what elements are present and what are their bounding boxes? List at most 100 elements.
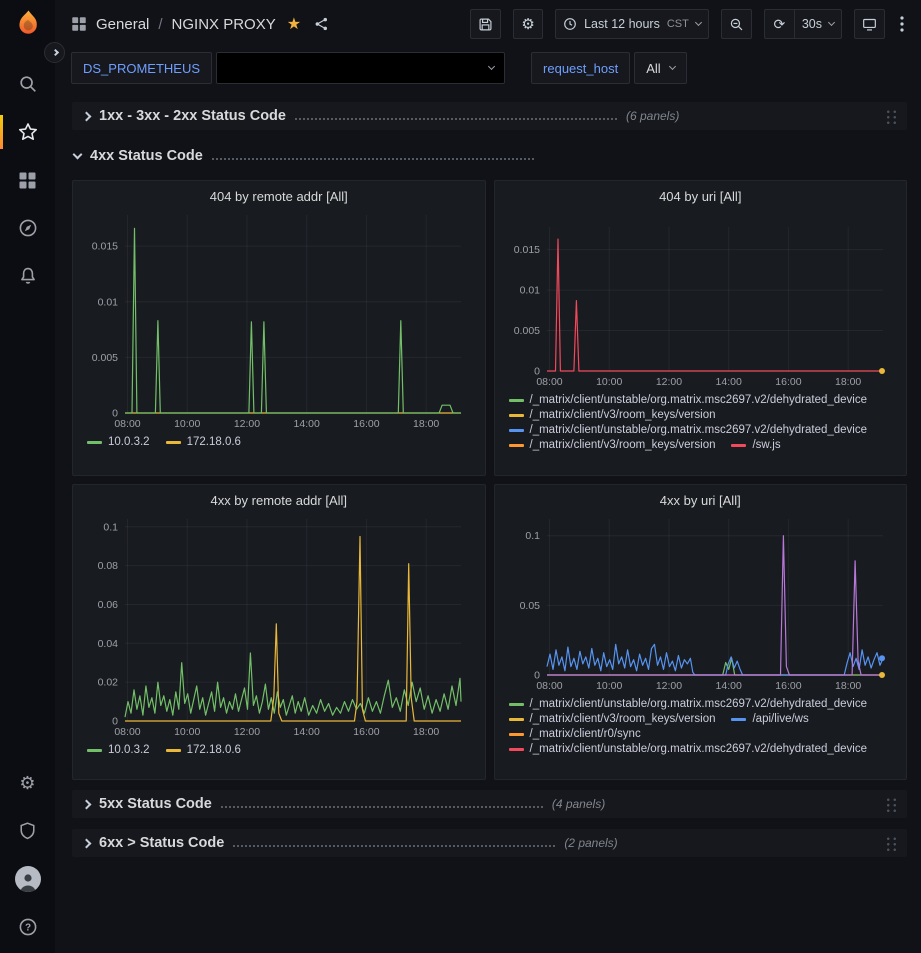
timezone-label: CST — [667, 18, 689, 30]
svg-text:10:00: 10:00 — [596, 376, 622, 388]
panel-title[interactable]: 4xx by uri [All] — [505, 490, 897, 511]
request-host-select[interactable]: All — [634, 52, 686, 84]
row-panel-count: (6 panels) — [626, 109, 679, 123]
legend-swatch — [87, 441, 102, 444]
panel-404-by-remote-addr: 404 by remote addr [All] 08:0010:0012:00… — [72, 180, 486, 476]
chevron-right-icon — [82, 111, 92, 121]
legend-swatch — [731, 444, 746, 447]
panel-legend: /_matrix/client/unstable/org.matrix.msc2… — [505, 389, 897, 451]
zoom-out-button[interactable] — [721, 9, 752, 39]
svg-text:14:00: 14:00 — [294, 418, 320, 430]
row-drag-handle[interactable] — [885, 836, 898, 851]
legend-label: /_matrix/client/unstable/org.matrix.msc2… — [530, 698, 868, 710]
row-title: 1xx - 3xx - 2xx Status Code — [99, 108, 286, 124]
chevron-down-icon — [828, 19, 835, 26]
row-drag-handle[interactable] — [885, 797, 898, 812]
panel-title[interactable]: 404 by remote addr [All] — [83, 186, 475, 207]
legend-label: /_matrix/client/unstable/org.matrix.msc2… — [530, 743, 868, 755]
row-1xx-3xx-2xx[interactable]: 1xx - 3xx - 2xx Status Code (6 panels) — [72, 102, 907, 130]
grafana-logo[interactable] — [11, 8, 45, 40]
sidebar-item-dashboards[interactable] — [0, 156, 55, 204]
row-6xx[interactable]: 6xx > Status Code (2 panels) — [72, 829, 907, 857]
help-icon: ? — [18, 917, 38, 937]
time-series-chart[interactable]: 08:0010:0012:0014:0016:0018:0000.020.040… — [83, 511, 475, 739]
sidebar-item-profile[interactable] — [0, 855, 55, 903]
bell-icon — [18, 266, 38, 286]
sidebar-item-alerting[interactable] — [0, 252, 55, 300]
request-host-variable-label[interactable]: request_host — [531, 52, 630, 84]
sidebar-item-starred[interactable] — [0, 108, 55, 156]
legend-label: /sw.js — [752, 439, 780, 451]
panel-title[interactable]: 404 by uri [All] — [505, 186, 897, 207]
clock-icon — [563, 17, 577, 31]
svg-text:0: 0 — [534, 670, 540, 682]
svg-text:0.1: 0.1 — [525, 530, 540, 542]
chevron-down-icon — [669, 63, 676, 70]
sidebar-item-search[interactable] — [0, 60, 55, 108]
legend-item[interactable]: /_matrix/client/v3/room_keys/version — [509, 409, 716, 421]
row-4xx[interactable]: 4xx Status Code — [72, 142, 907, 170]
sidebar-item-help[interactable]: ? — [0, 903, 55, 951]
svg-text:16:00: 16:00 — [775, 680, 801, 692]
sidebar-top-nav — [0, 60, 55, 300]
svg-text:18:00: 18:00 — [835, 680, 861, 692]
breadcrumb-dashboard-title[interactable]: NGINX PROXY — [172, 16, 276, 33]
time-series-chart[interactable]: 08:0010:0012:0014:0016:0018:0000.0050.01… — [83, 207, 475, 431]
svg-text:08:00: 08:00 — [536, 376, 562, 388]
gear-icon: ⚙ — [521, 17, 534, 32]
legend-item[interactable]: 10.0.3.2 — [87, 744, 150, 756]
sidebar-item-explore[interactable] — [0, 204, 55, 252]
legend-swatch — [166, 749, 181, 752]
legend-label: 10.0.3.2 — [108, 744, 150, 756]
svg-text:16:00: 16:00 — [775, 376, 801, 388]
more-options-button[interactable] — [897, 13, 907, 35]
share-button[interactable] — [310, 12, 333, 36]
legend-label: 10.0.3.2 — [108, 436, 150, 448]
legend-item[interactable]: 172.18.0.6 — [166, 436, 241, 448]
legend-item[interactable]: /_matrix/client/unstable/org.matrix.msc2… — [509, 698, 868, 710]
legend-item[interactable]: /_matrix/client/v3/room_keys/version — [509, 713, 716, 725]
time-range-label: Last 12 hours — [584, 17, 660, 31]
gear-icon: ⚙ — [19, 774, 35, 792]
svg-text:0.05: 0.05 — [519, 600, 540, 612]
cycle-view-mode-button[interactable] — [854, 9, 885, 39]
legend-swatch — [87, 749, 102, 752]
chevron-down-icon — [73, 149, 83, 159]
legend-item[interactable]: 172.18.0.6 — [166, 744, 241, 756]
dashboard-settings-button[interactable]: ⚙ — [513, 9, 543, 39]
row-5xx[interactable]: 5xx Status Code (4 panels) — [72, 790, 907, 818]
svg-text:?: ? — [24, 923, 30, 934]
svg-text:10:00: 10:00 — [596, 680, 622, 692]
row-drag-handle[interactable] — [885, 109, 898, 124]
save-dashboard-button[interactable] — [470, 9, 501, 39]
panel-title[interactable]: 4xx by remote addr [All] — [83, 490, 475, 511]
legend-item[interactable]: /api/live/ws — [731, 713, 808, 725]
svg-text:0.005: 0.005 — [92, 352, 118, 364]
legend-swatch — [509, 414, 524, 417]
legend-label: 172.18.0.6 — [187, 436, 241, 448]
legend-item[interactable]: /_matrix/client/unstable/org.matrix.msc2… — [509, 743, 868, 755]
legend-item[interactable]: /_matrix/client/unstable/org.matrix.msc2… — [509, 394, 868, 406]
svg-text:18:00: 18:00 — [835, 376, 861, 388]
time-series-chart[interactable]: 08:0010:0012:0014:0016:0018:0000.0050.01… — [505, 219, 897, 389]
legend-item[interactable]: /sw.js — [731, 439, 780, 451]
panel-4xx-by-remote-addr: 4xx by remote addr [All] 08:0010:0012:00… — [72, 484, 486, 780]
legend-item[interactable]: /_matrix/client/unstable/org.matrix.msc2… — [509, 424, 868, 436]
legend-item[interactable]: 10.0.3.2 — [87, 436, 150, 448]
time-series-chart[interactable]: 08:0010:0012:0014:0016:0018:0000.050.1 — [505, 511, 897, 693]
breadcrumb-folder[interactable]: General — [96, 16, 149, 33]
main-area: General / NGINX PROXY ★ — [55, 0, 921, 953]
time-range-picker[interactable]: Last 12 hours CST — [555, 9, 709, 39]
sidebar-item-server-admin[interactable] — [0, 807, 55, 855]
legend-item[interactable]: /_matrix/client/v3/room_keys/version — [509, 439, 716, 451]
sidebar-item-configuration[interactable]: ⚙ — [0, 759, 55, 807]
refresh-interval-picker[interactable]: 30s — [794, 9, 842, 39]
dashboard-toolbar: General / NGINX PROXY ★ — [55, 0, 921, 48]
datasource-variable-label[interactable]: DS_PROMETHEUS — [71, 52, 212, 84]
datasource-select[interactable] — [216, 52, 505, 84]
panel-4xx-by-uri: 4xx by uri [All] 08:0010:0012:0014:0016:… — [494, 484, 908, 780]
panel-grid: 404 by remote addr [All] 08:0010:0012:00… — [72, 180, 907, 780]
favorite-star-icon[interactable]: ★ — [287, 14, 301, 34]
legend-item[interactable]: /_matrix/client/r0/sync — [509, 728, 641, 740]
refresh-button[interactable]: ⟳ — [764, 9, 794, 39]
